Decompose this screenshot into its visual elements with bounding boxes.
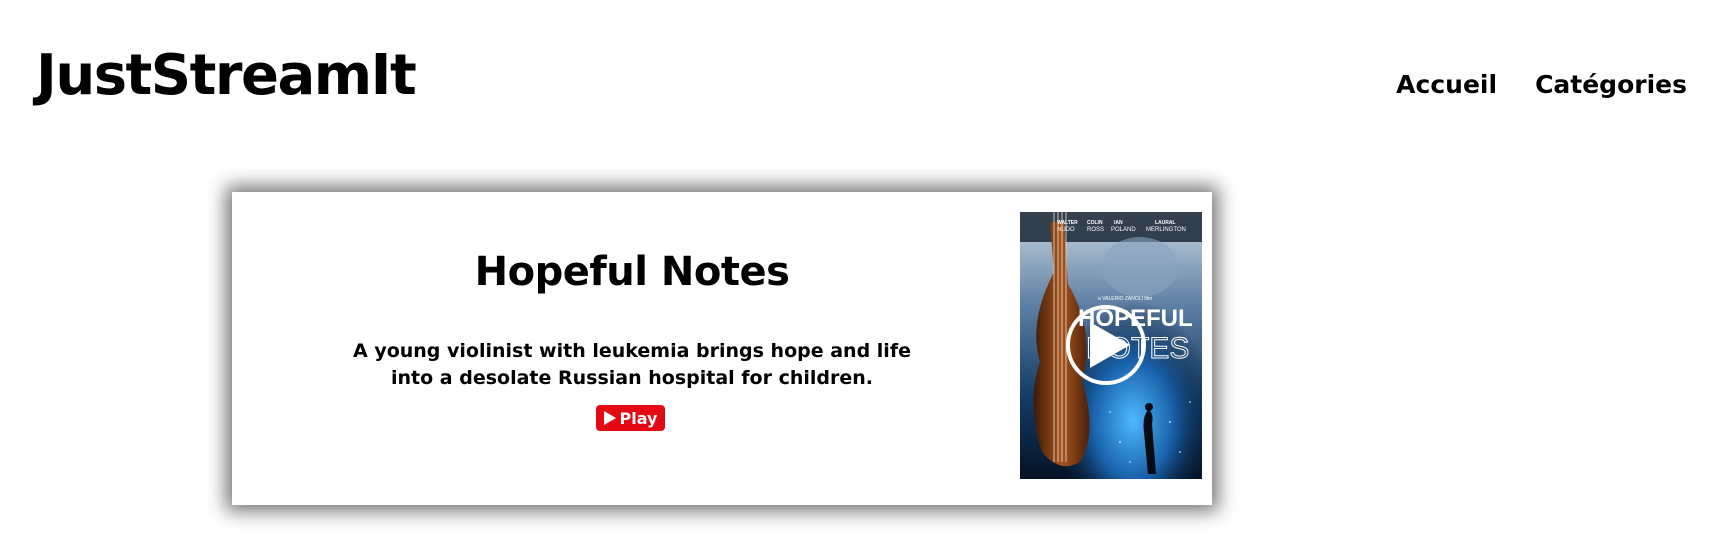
main-nav: Accueil Catégories [1396, 70, 1687, 99]
site-header: JustStreamIt Accueil Catégories [0, 0, 1717, 140]
featured-movie-info: Hopeful Notes A young violinist with leu… [232, 192, 1032, 505]
featured-movie-card: Hopeful Notes A young violinist with leu… [232, 192, 1212, 505]
poster-cast-1a: WALTER [1057, 220, 1078, 226]
play-button[interactable]: Play [596, 405, 665, 431]
play-button-label: Play [619, 408, 658, 428]
play-triangle-icon [1090, 322, 1130, 368]
poster-cast-3b: POLAND [1111, 227, 1136, 233]
poster-cast-3a: IAN [1114, 220, 1123, 226]
featured-movie-title: Hopeful Notes [474, 249, 790, 295]
poster-cast-2a: COLIN [1087, 220, 1103, 226]
nav-categories[interactable]: Catégories [1535, 70, 1687, 99]
poster-cast-4b: MERLINGTON [1146, 227, 1186, 233]
poster-cast-4a: LAURAL [1155, 220, 1176, 226]
play-icon [603, 411, 616, 425]
poster-cast-1b: NUDO [1057, 227, 1075, 233]
featured-movie-description: A young violinist with leukemia brings h… [353, 340, 911, 389]
play-circle-icon[interactable] [1066, 305, 1146, 385]
poster-cast-2b: ROSS [1087, 227, 1104, 233]
poster-director: a VALERIO ZANOLI film [1098, 296, 1152, 302]
site-logo[interactable]: JustStreamIt [36, 48, 417, 104]
nav-accueil[interactable]: Accueil [1396, 70, 1497, 99]
featured-movie-poster[interactable]: WALTER NUDO COLIN ROSS IAN POLAND LAURAL… [1020, 212, 1202, 479]
